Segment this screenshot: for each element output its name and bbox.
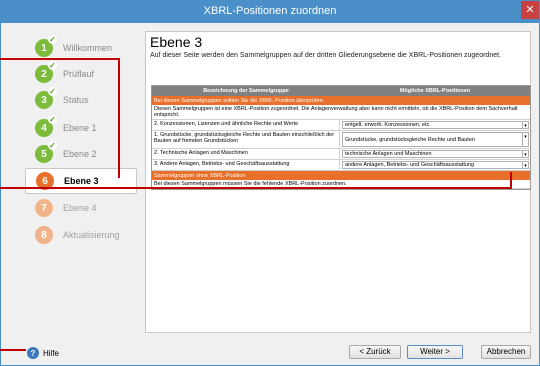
xbrl-position-select[interactable]: entgelt. erworb. Konzessionen, etc. ▾ [342, 121, 529, 129]
section-header-check: Bei diesen Sammelgruppen sollten Sie die… [152, 96, 530, 105]
step-number: 2 [41, 68, 47, 80]
row-value-cell: Grundstücke, grundstücksgleiche Rechte u… [340, 131, 530, 148]
step-number-badge: 8 [35, 226, 53, 244]
page-title: Ebene 3 [150, 34, 203, 50]
step-label: Ebene 1 [63, 123, 97, 133]
step-number-badge: 5 ✓ [35, 141, 57, 163]
nav-step-status[interactable]: 3 ✓ Status [25, 87, 137, 113]
close-icon[interactable]: ✕ [521, 1, 539, 19]
grid-header: Bezeichnung der Sammelgruppe Mögliche XB… [152, 86, 530, 96]
nav-step-aktualisierung[interactable]: 8 Aktualisierung [25, 222, 137, 248]
row-name: 2. Konzessionen, Lizenzen und ähnliche R… [152, 120, 340, 130]
select-value: andere Anlagen, Betriebs- und Geschäftsa… [345, 162, 475, 168]
step-label: Ebene 4 [63, 203, 97, 213]
step-number-badge: 1 ✓ [35, 35, 57, 57]
row-name: 2. Technische Anlagen und Maschinen [152, 149, 340, 159]
step-label: Status [63, 95, 89, 105]
dropdown-arrow-icon[interactable]: ▾ [522, 133, 528, 146]
select-value: Grundstücke, grundstücksgleiche Rechte u… [345, 136, 475, 143]
step-label: Willkommen [63, 43, 113, 53]
checkmark-icon: ✓ [48, 115, 57, 124]
step-number-badge: 4 ✓ [35, 115, 57, 137]
xbrl-position-select[interactable]: andere Anlagen, Betriebs- und Geschäftsa… [342, 161, 529, 169]
step-number: 8 [41, 229, 47, 241]
cancel-button[interactable]: Abbrechen [481, 345, 531, 359]
nav-step-ebene-3[interactable]: 6 Ebene 3 [25, 168, 137, 194]
nav-step-ebene-2[interactable]: 5 ✓ Ebene 2 [25, 141, 137, 167]
callout-line [0, 58, 120, 60]
row-value-cell: andere Anlagen, Betriebs- und Geschäftsa… [340, 160, 530, 170]
step-number: 1 [41, 42, 47, 54]
section-note-check: Diesen Sammelgruppen ist eine XBRL-Posit… [152, 105, 530, 120]
title-bar: XBRL-Positionen zuordnen ✕ [1, 1, 539, 23]
page-description: Auf dieser Seite werden den Sammelgruppe… [150, 52, 501, 59]
help-icon: ? [27, 347, 39, 359]
table-row[interactable]: 1. Grundstücke, grundstücksgleiche Recht… [152, 131, 530, 149]
step-number: 7 [41, 202, 47, 214]
next-button[interactable]: Weiter > [407, 345, 463, 359]
table-row[interactable]: 2. Technische Anlagen und Maschinen tech… [152, 149, 530, 160]
window-title: XBRL-Positionen zuordnen [203, 5, 337, 17]
back-button[interactable]: < Zurück [349, 345, 401, 359]
table-row[interactable]: 2. Konzessionen, Lizenzen und ähnliche R… [152, 120, 530, 131]
step-label: Prüflauf [63, 69, 95, 79]
step-label: Ebene 2 [63, 149, 97, 159]
checkmark-icon: ✓ [48, 35, 57, 44]
xbrl-position-select[interactable]: technische Anlagen und Maschinen ▾ [342, 150, 529, 158]
checkmark-icon: ✓ [48, 141, 57, 150]
xbrl-position-select[interactable]: Grundstücke, grundstücksgleiche Rechte u… [342, 132, 529, 147]
callout-line [0, 349, 26, 351]
row-value-cell: entgelt. erworb. Konzessionen, etc. ▾ [340, 120, 530, 130]
step-number-badge: 2 ✓ [35, 61, 57, 83]
help-link[interactable]: ? Hilfe [27, 347, 59, 359]
help-label: Hilfe [43, 348, 60, 358]
row-name: 3. Andere Anlagen, Betriebs- und Geschäf… [152, 160, 340, 170]
dropdown-arrow-icon[interactable]: ▾ [522, 122, 528, 129]
select-value: entgelt. erworb. Konzessionen, etc. [345, 122, 431, 128]
step-number-badge: 3 ✓ [35, 87, 57, 109]
row-value-cell: technische Anlagen und Maschinen ▾ [340, 149, 530, 159]
column-header-positions[interactable]: Mögliche XBRL-Positionen [340, 86, 530, 96]
column-header-name[interactable]: Bezeichnung der Sammelgruppe [152, 86, 340, 96]
checkmark-icon: ✓ [48, 61, 57, 70]
step-number: 6 [42, 175, 48, 187]
nav-step-pruflauf[interactable]: 2 ✓ Prüflauf [25, 61, 137, 87]
callout-line [118, 58, 120, 178]
nav-step-ebene-4[interactable]: 7 Ebene 4 [25, 195, 137, 221]
callout-line [510, 172, 512, 188]
checkmark-icon: ✓ [48, 87, 57, 96]
select-value: technische Anlagen und Maschinen [345, 151, 432, 157]
dropdown-arrow-icon[interactable]: ▾ [522, 162, 528, 169]
assignment-grid: Bezeichnung der Sammelgruppe Mögliche XB… [151, 85, 531, 190]
row-name: 1. Grundstücke, grundstücksgleiche Recht… [152, 131, 340, 148]
wizard-window: XBRL-Positionen zuordnen ✕ 1 ✓ Willkommen… [0, 0, 540, 366]
step-number: 3 [41, 94, 47, 106]
callout-line [0, 187, 512, 189]
section-header-missing: Sammelgruppen ohne XBRL-Position [152, 171, 530, 180]
step-number: 4 [41, 122, 47, 134]
nav-step-ebene-1[interactable]: 4 ✓ Ebene 1 [25, 115, 137, 141]
dropdown-arrow-icon[interactable]: ▾ [522, 151, 528, 158]
step-label: Aktualisierung [63, 230, 120, 240]
step-label: Ebene 3 [64, 176, 99, 186]
table-row[interactable]: 3. Andere Anlagen, Betriebs- und Geschäf… [152, 160, 530, 171]
step-number-badge: 7 [35, 199, 53, 217]
step-number: 5 [41, 148, 47, 160]
